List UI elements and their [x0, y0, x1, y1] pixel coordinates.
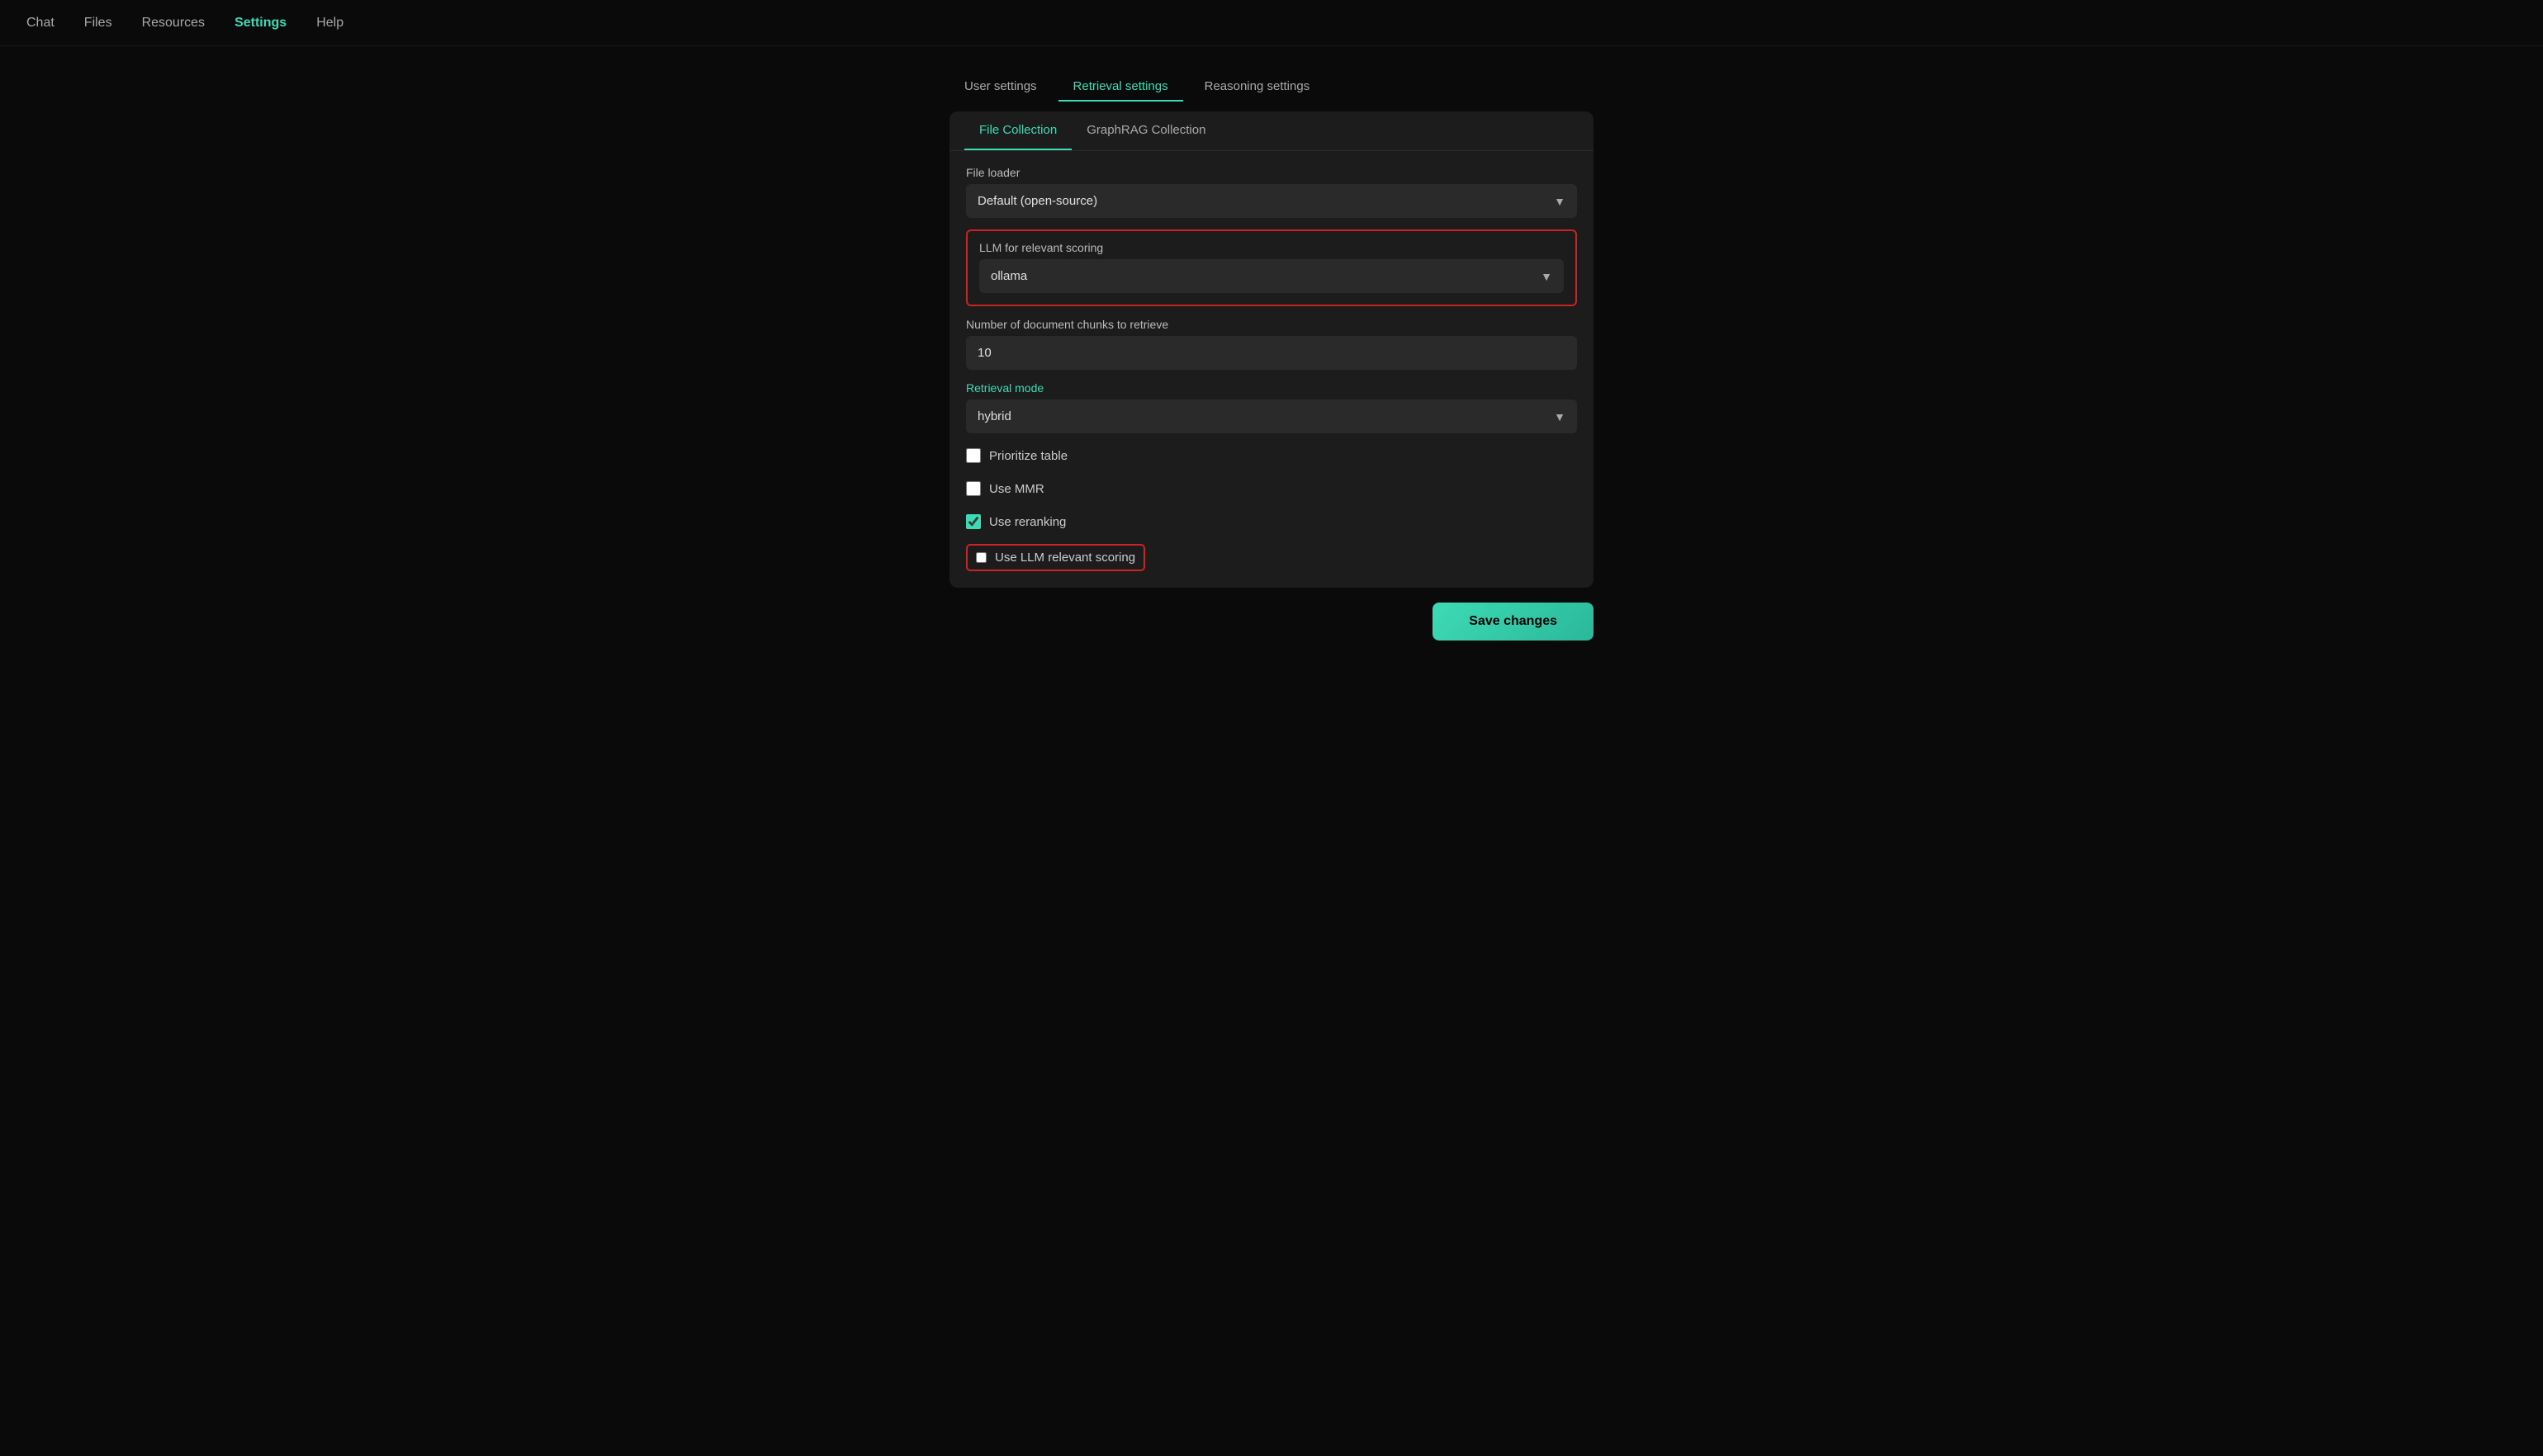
use-mmr-checkbox[interactable] [966, 481, 981, 496]
inner-tabs: File Collection GraphRAG Collection [949, 111, 1594, 151]
retrieval-mode-dropdown-wrap: hybrid dense sparse ▼ [966, 399, 1577, 433]
prioritize-table-label: Prioritize table [989, 449, 1068, 463]
inner-tab-file-collection[interactable]: File Collection [964, 111, 1072, 150]
use-llm-scoring-checkbox[interactable] [976, 552, 987, 563]
nav-help[interactable]: Help [316, 16, 343, 31]
use-mmr-label: Use MMR [989, 482, 1044, 496]
settings-panel: File Collection GraphRAG Collection File… [949, 111, 1594, 588]
panel-body: File loader Default (open-source) Custom… [949, 151, 1594, 588]
doc-chunks-section: Number of document chunks to retrieve 10 [966, 318, 1577, 370]
llm-scoring-dropdown-wrap: ollama openai anthropic ▼ [979, 259, 1564, 293]
llm-scoring-section: LLM for relevant scoring ollama openai a… [966, 229, 1577, 306]
checkbox-prioritize-table: Prioritize table [966, 445, 1577, 466]
retrieval-mode-dropdown[interactable]: hybrid dense sparse [966, 399, 1577, 433]
tab-reasoning-settings[interactable]: Reasoning settings [1190, 73, 1325, 102]
llm-scoring-dropdown[interactable]: ollama openai anthropic [979, 259, 1564, 293]
file-loader-label: File loader [966, 166, 1577, 179]
file-loader-dropdown[interactable]: Default (open-source) Custom [966, 184, 1577, 218]
doc-chunks-input[interactable]: 10 [966, 336, 1577, 370]
use-llm-scoring-label: Use LLM relevant scoring [995, 551, 1135, 565]
prioritize-table-checkbox[interactable] [966, 448, 981, 463]
nav-chat[interactable]: Chat [26, 16, 54, 31]
main-content: User settings Retrieval settings Reasoni… [0, 46, 2543, 1456]
inner-tab-graphrag-collection[interactable]: GraphRAG Collection [1072, 111, 1220, 150]
tab-user-settings[interactable]: User settings [949, 73, 1052, 102]
use-reranking-label: Use reranking [989, 515, 1066, 529]
top-navigation: Chat Files Resources Settings Help [0, 0, 2543, 46]
checkbox-use-llm-scoring-row: Use LLM relevant scoring [966, 544, 1577, 571]
checkbox-use-mmr: Use MMR [966, 478, 1577, 499]
doc-chunks-label: Number of document chunks to retrieve [966, 318, 1577, 331]
nav-resources[interactable]: Resources [142, 16, 205, 31]
llm-scoring-label: LLM for relevant scoring [979, 241, 1564, 254]
retrieval-mode-label: Retrieval mode [966, 381, 1577, 395]
use-llm-scoring-highlighted: Use LLM relevant scoring [966, 544, 1145, 571]
nav-files[interactable]: Files [84, 16, 112, 31]
file-loader-dropdown-wrap: Default (open-source) Custom ▼ [966, 184, 1577, 218]
file-loader-section: File loader Default (open-source) Custom… [966, 166, 1577, 218]
retrieval-mode-section: Retrieval mode hybrid dense sparse ▼ [966, 381, 1577, 433]
checkbox-use-reranking: Use reranking [966, 511, 1577, 532]
use-reranking-checkbox[interactable] [966, 514, 981, 529]
save-changes-button[interactable]: Save changes [1433, 603, 1594, 641]
save-button-row: Save changes [949, 603, 1594, 641]
nav-settings[interactable]: Settings [234, 16, 287, 31]
settings-tabs: User settings Retrieval settings Reasoni… [949, 73, 1594, 102]
tab-retrieval-settings[interactable]: Retrieval settings [1058, 73, 1183, 102]
